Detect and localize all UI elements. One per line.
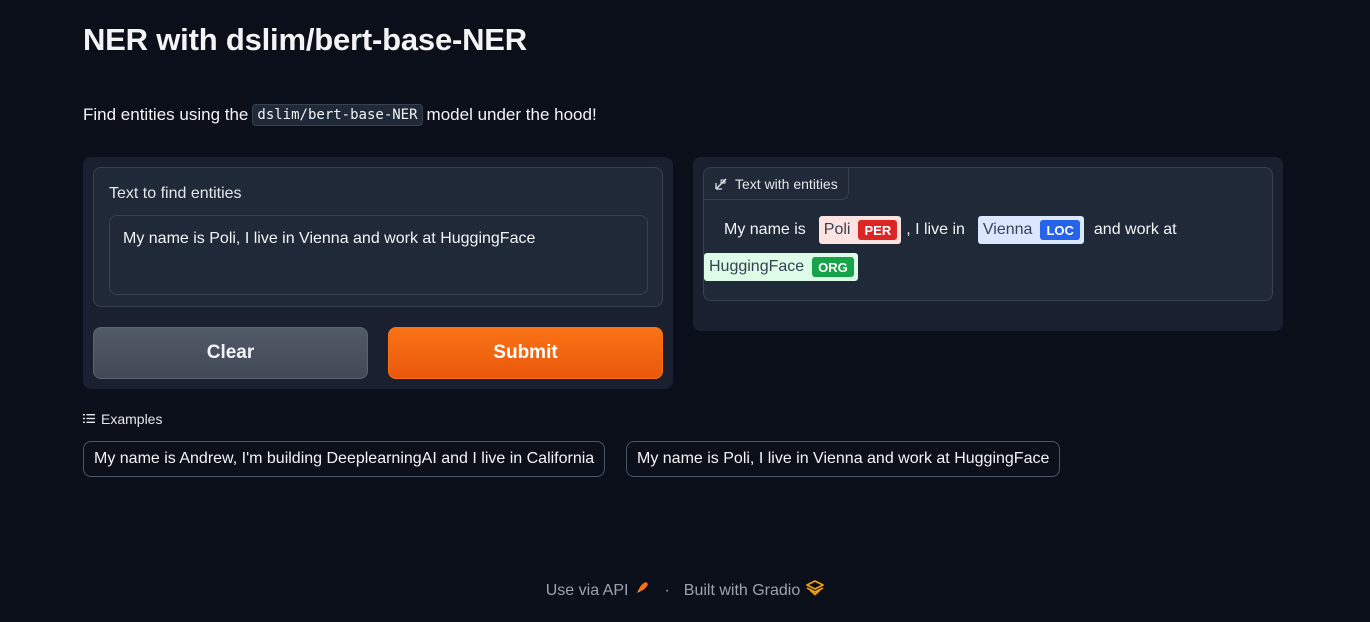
entity-span-org: HuggingFace ORG <box>704 253 858 281</box>
example-item[interactable]: My name is Poli, I live in Vienna and wo… <box>626 441 1061 477</box>
text-input-label: Text to find entities <box>109 185 242 202</box>
output-label: Text with entities <box>735 175 838 192</box>
built-with-gradio-link[interactable]: Built with Gradio <box>684 582 801 600</box>
page-description: Find entities using the dslim/bert-base-… <box>83 104 597 126</box>
list-icon <box>83 411 95 427</box>
model-name-code: dslim/bert-base-NER <box>252 104 423 126</box>
examples-header: Examples <box>83 411 162 427</box>
text-input-field[interactable]: My name is Poli, I live in Vienna and wo… <box>109 215 648 295</box>
entity-label-badge: ORG <box>812 257 854 277</box>
description-prefix: Find entities using the <box>83 105 249 124</box>
page-title: NER with dslim/bert-base-NER <box>83 22 527 57</box>
example-item[interactable]: My name is Andrew, I'm building Deeplear… <box>83 441 606 477</box>
footer-separator: · <box>664 581 670 599</box>
entity-label-badge: LOC <box>1040 220 1080 240</box>
highlighted-text-block: Text with entities My name is Poli PER ,… <box>703 167 1273 301</box>
use-via-api-link[interactable]: Use via API <box>546 582 629 600</box>
description-suffix: model under the hood! <box>426 105 597 124</box>
text-segment: and work at <box>1093 221 1177 238</box>
output-label-tag: Text with entities <box>704 168 849 200</box>
entity-text: Poli <box>823 221 851 238</box>
rocket-icon <box>634 580 650 601</box>
examples-label: Examples <box>101 411 163 427</box>
input-panel: Text to find entities My name is Poli, I… <box>83 157 673 389</box>
footer: Use via API · Built with Gradio <box>0 580 1370 601</box>
clear-button[interactable]: Clear <box>93 327 368 379</box>
text-input-block: Text to find entities My name is Poli, I… <box>93 167 663 307</box>
output-panel: Text with entities My name is Poli PER ,… <box>693 157 1283 331</box>
submit-button[interactable]: Submit <box>388 327 663 379</box>
entity-label-badge: PER <box>858 220 898 240</box>
text-segment: My name is <box>724 221 806 238</box>
entity-span-per: Poli PER <box>818 216 902 244</box>
gradio-logo-icon <box>806 580 825 601</box>
entity-span-loc: Vienna LOC <box>977 216 1084 244</box>
entity-text: Vienna <box>982 221 1033 238</box>
entity-text: HuggingFace <box>709 258 805 275</box>
text-segment: , I live in <box>906 221 965 238</box>
highlight-text-icon <box>715 178 727 190</box>
